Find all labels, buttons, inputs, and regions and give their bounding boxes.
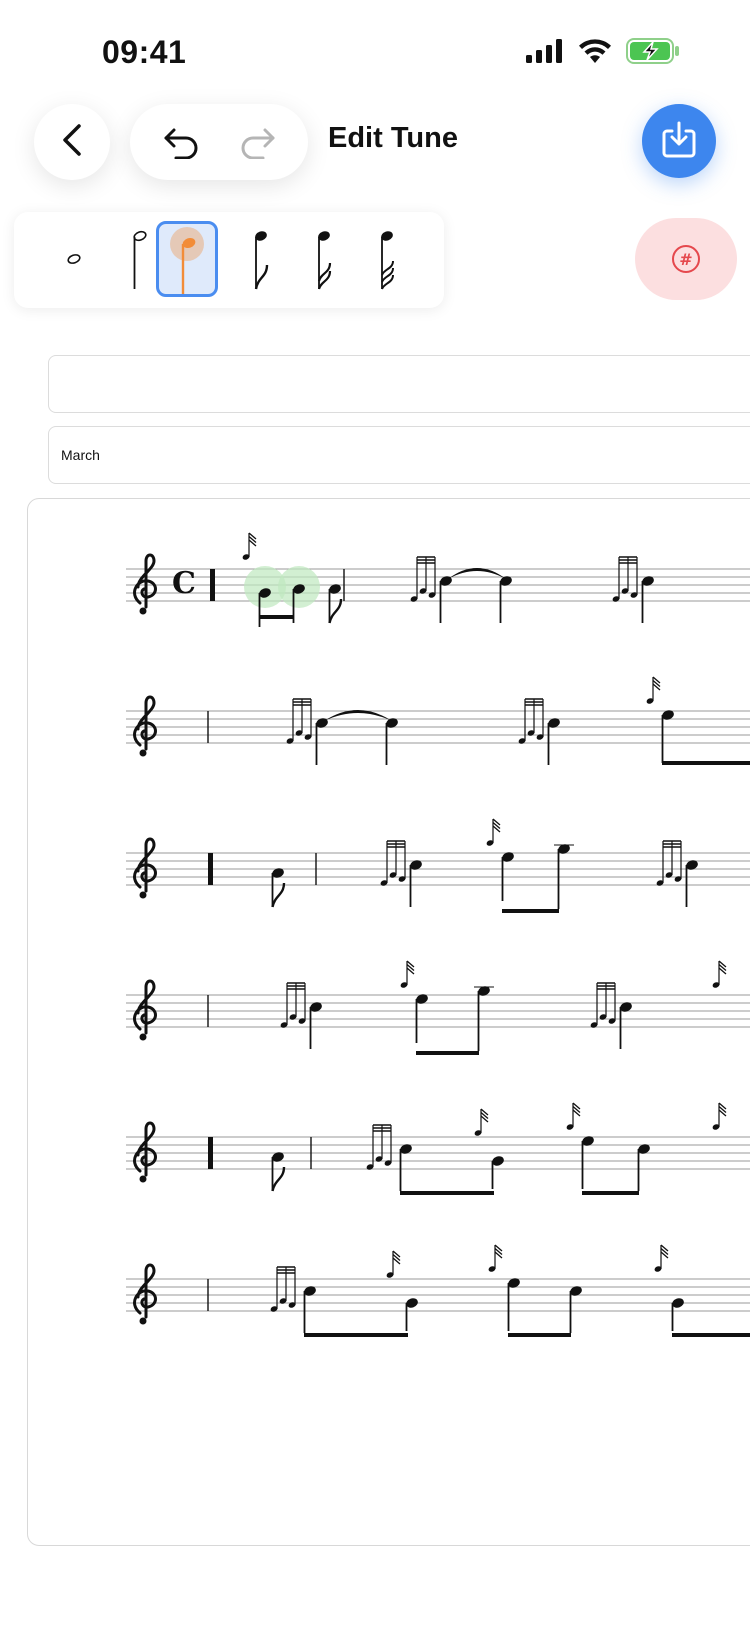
tune-type-input[interactable] — [49, 427, 750, 483]
note-duration-picker — [14, 212, 444, 308]
tune-name-input[interactable] — [49, 356, 750, 412]
undo-button[interactable] — [152, 112, 212, 172]
eighth-note-option[interactable] — [234, 222, 294, 296]
status-time: 09:41 — [102, 34, 187, 70]
sharp-icon: # — [672, 245, 700, 273]
score-canvas[interactable]: C — [27, 498, 750, 1546]
whole-note-option[interactable] — [44, 222, 104, 296]
tune-type-field[interactable] — [48, 426, 750, 484]
page-title: Edit Tune — [328, 122, 458, 154]
beam — [672, 1333, 750, 1337]
beam — [502, 909, 559, 913]
barline-thick — [208, 853, 213, 885]
whole-note-icon — [67, 254, 81, 264]
barline-thick — [210, 569, 215, 601]
score-svg: C — [126, 532, 750, 1337]
redo-icon — [241, 128, 274, 159]
time-signature: C — [172, 566, 196, 601]
battery-charging-icon — [626, 38, 680, 69]
beam — [662, 761, 750, 765]
status-icons — [526, 38, 680, 69]
half-note-icon — [133, 230, 147, 289]
eighth-note-icon — [254, 231, 269, 290]
undo-icon — [164, 128, 197, 159]
beam — [582, 1191, 639, 1195]
note-flag — [271, 882, 286, 908]
download-icon — [661, 120, 697, 163]
beam — [259, 615, 294, 619]
chevron-left-icon — [59, 123, 85, 162]
barline-thick — [208, 1137, 213, 1169]
status-bar: 09:41 — [0, 0, 750, 100]
note-flag — [328, 598, 343, 624]
beam — [304, 1333, 408, 1337]
sixteenth-note-icon — [317, 231, 332, 290]
beam — [400, 1191, 494, 1195]
cellular-signal-icon — [526, 39, 564, 68]
quarter-note-option[interactable] — [156, 221, 218, 297]
redo-button[interactable] — [227, 112, 287, 172]
tune-name-field[interactable] — [48, 355, 750, 413]
sharp-button[interactable]: # — [635, 218, 737, 300]
thirty-second-note-icon — [381, 231, 394, 290]
beam — [508, 1333, 571, 1337]
quarter-note-icon — [170, 227, 204, 294]
note-flag — [271, 1166, 286, 1192]
header-toolbar: Edit Tune — [0, 100, 750, 190]
wifi-icon — [578, 38, 612, 69]
download-button[interactable] — [642, 104, 716, 178]
undo-redo-group — [130, 104, 308, 180]
back-button[interactable] — [34, 104, 110, 180]
thirty-second-note-option[interactable] — [360, 222, 420, 296]
beam — [416, 1051, 479, 1055]
sixteenth-note-option[interactable] — [297, 222, 357, 296]
